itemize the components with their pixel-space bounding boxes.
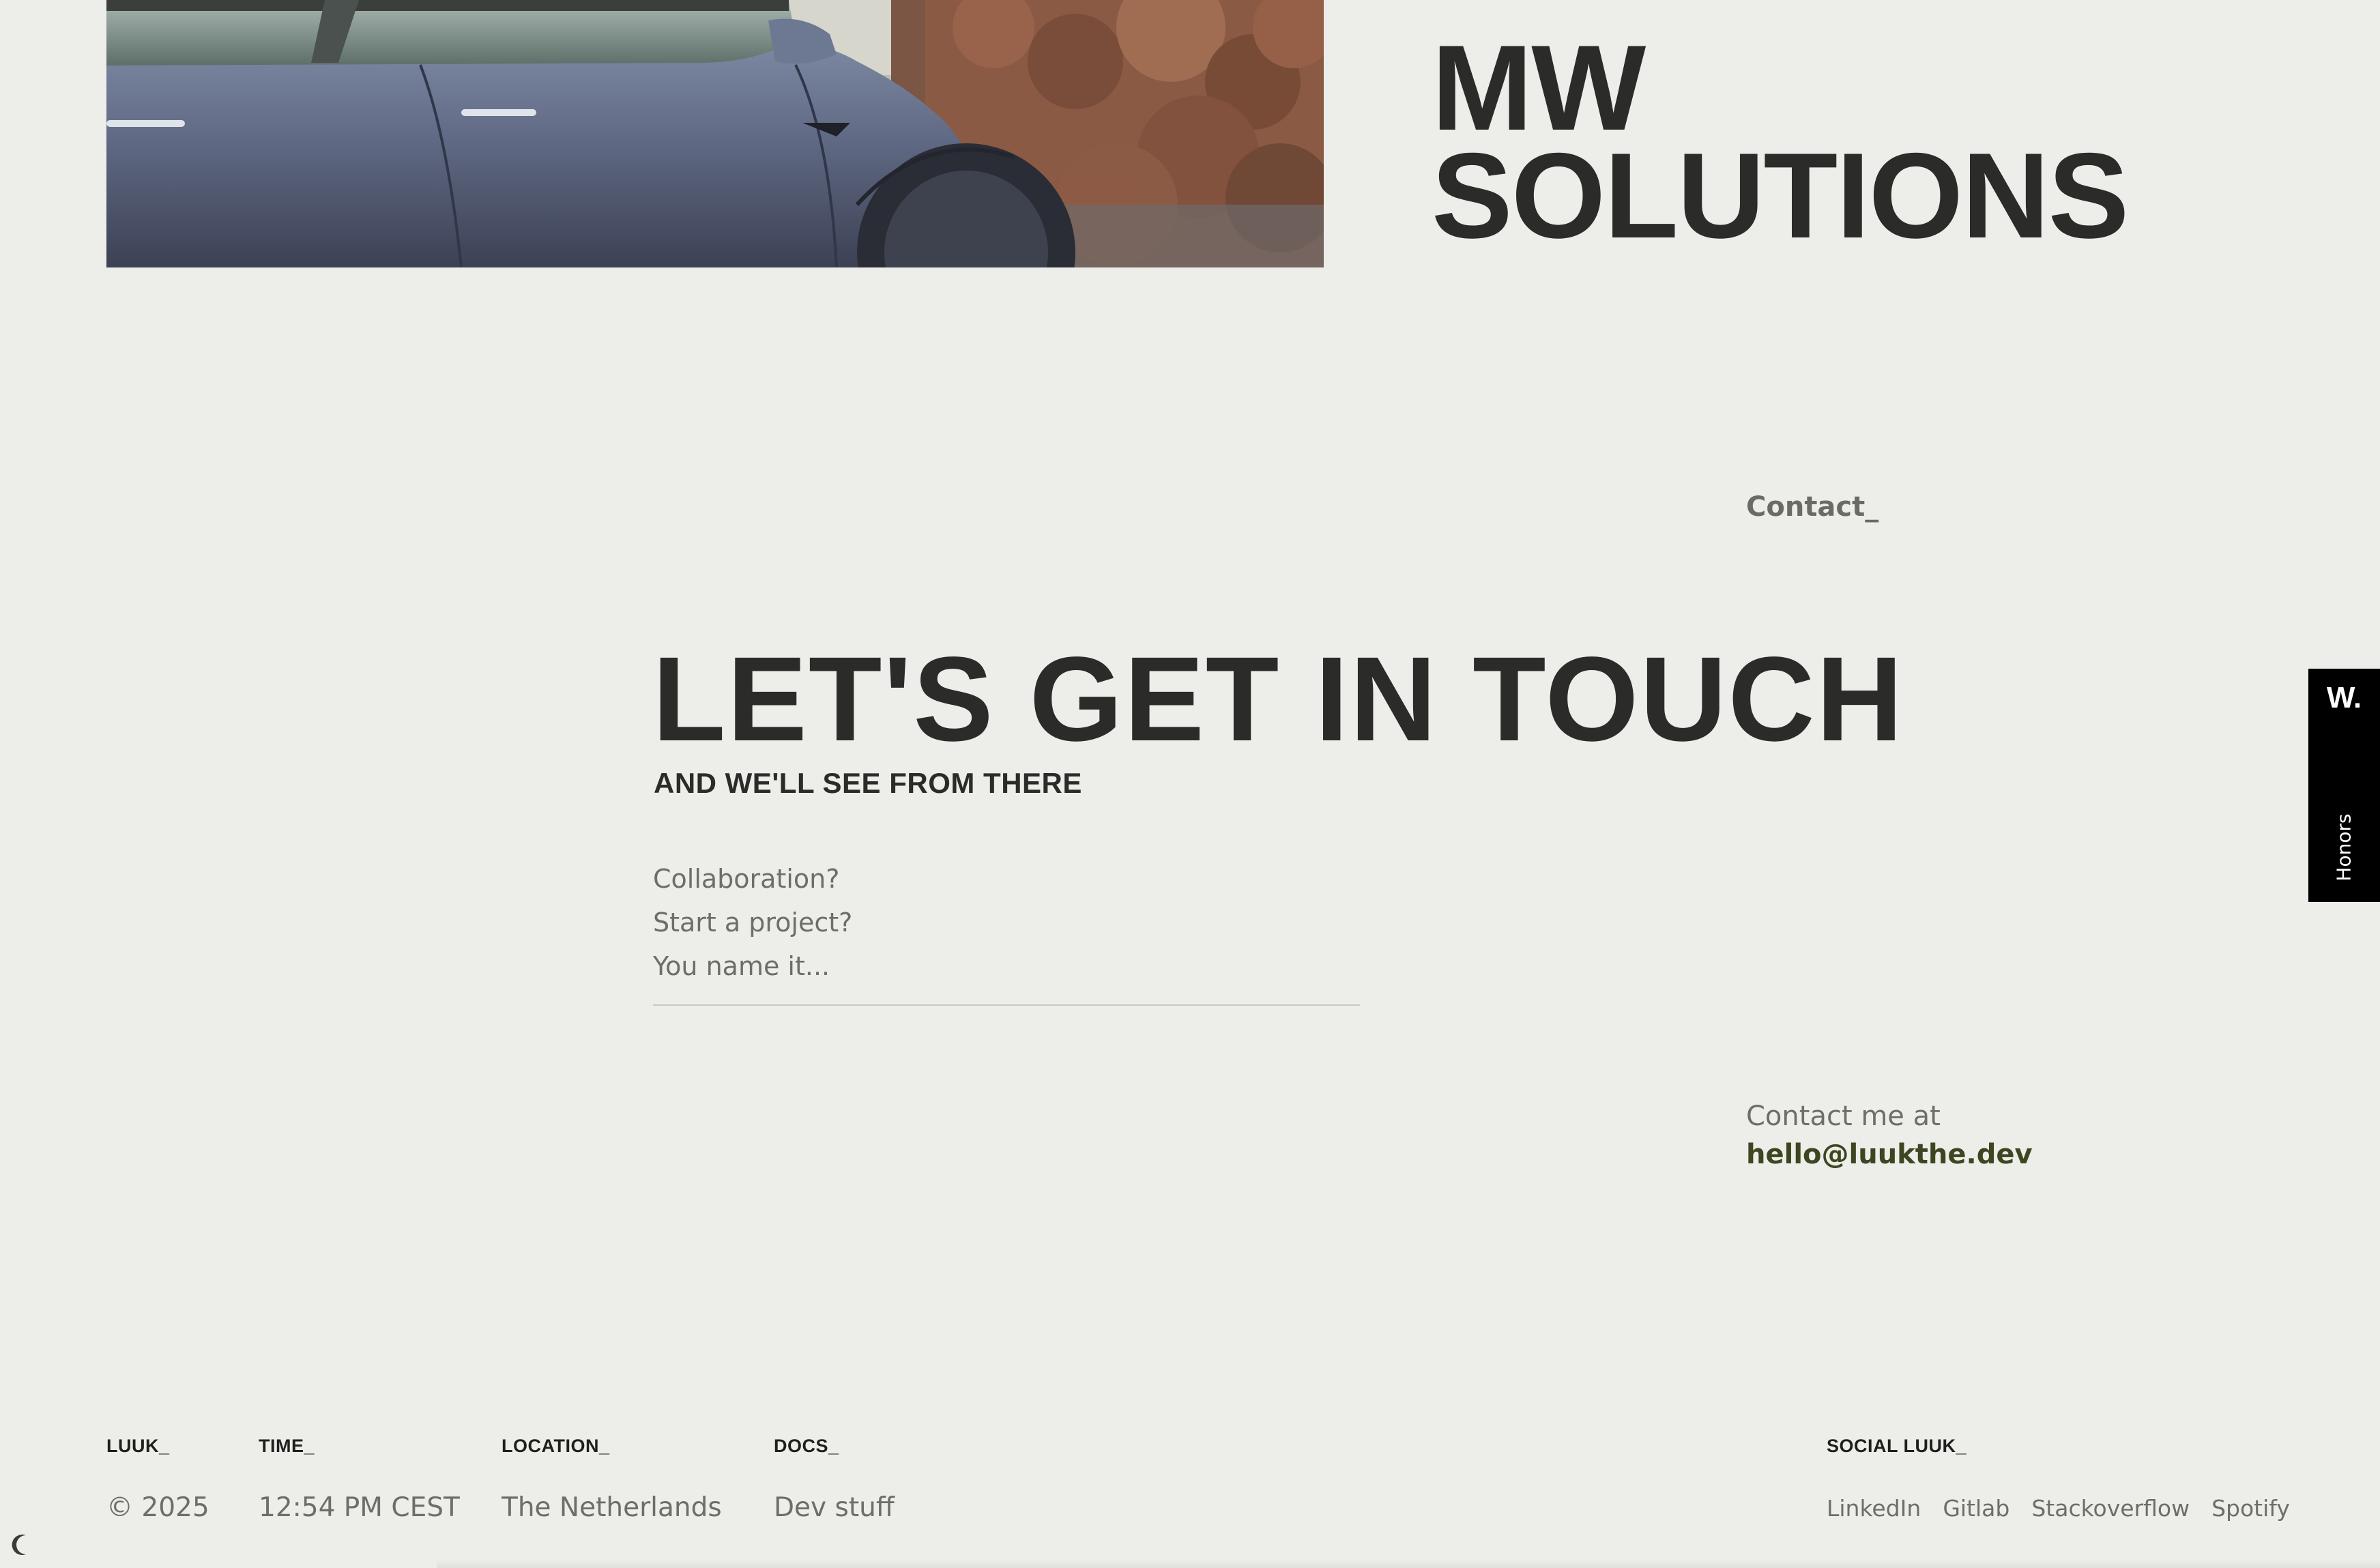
prompt-line: Collaboration?: [653, 864, 840, 894]
social-link-stackoverflow[interactable]: Stackoverflow: [2031, 1495, 2190, 1522]
social-link-linkedin[interactable]: LinkedIn: [1827, 1495, 1921, 1522]
contact-subheadline: AND WE'LL SEE FROM THERE: [654, 767, 1082, 799]
footer-docs-link[interactable]: Dev stuff: [774, 1492, 895, 1523]
contact-info: Contact me at hello@luukthe.dev: [1746, 1097, 2033, 1174]
prompt-line: You name it...: [653, 951, 830, 981]
footer-time: 12:54 PM CEST: [259, 1492, 460, 1523]
footer-location: The Netherlands: [502, 1492, 722, 1523]
contact-intro-text: Contact me at: [1746, 1101, 1941, 1132]
hero-car-photo: [106, 0, 1324, 267]
brand-title: MW SOLUTIONS: [1432, 20, 2129, 263]
bottom-edge-shadow: [437, 1560, 2380, 1568]
footer-col-luuk: LUUK_ © 2025: [106, 1436, 209, 1523]
footer-col-docs: DOCS_ Dev stuff: [774, 1436, 895, 1523]
honors-side-tab[interactable]: W. Honors: [2308, 669, 2380, 902]
contact-message-field[interactable]: Collaboration? Start a project? You name…: [653, 857, 1360, 988]
footer-label: LUUK_: [106, 1436, 170, 1456]
footer-label: SOCIAL LUUK_: [1827, 1436, 1967, 1456]
nav-contact-link[interactable]: Contact_: [1746, 491, 1878, 523]
prompt-line: Start a project?: [653, 908, 853, 938]
social-links: LinkedIn Gitlab Stackoverflow Spotify: [1827, 1495, 2290, 1522]
footer-col-social: SOCIAL LUUK_ LinkedIn Gitlab Stackoverfl…: [1827, 1436, 2290, 1522]
brand-line-2: SOLUTIONS: [1432, 128, 2129, 263]
footer-col-time: TIME_ 12:54 PM CEST: [259, 1436, 460, 1523]
honors-label: Honors: [2332, 813, 2355, 882]
social-link-spotify[interactable]: Spotify: [2211, 1495, 2290, 1522]
contact-headline: LET'S GET IN TOUCH: [652, 633, 1904, 766]
email-link[interactable]: hello@luukthe.dev: [1746, 1135, 2033, 1174]
message-field-underline: [653, 1004, 1360, 1006]
moon-icon[interactable]: [8, 1533, 33, 1557]
footer-copyright: © 2025: [106, 1492, 209, 1523]
social-link-gitlab[interactable]: Gitlab: [1943, 1495, 2009, 1522]
footer-label: LOCATION_: [502, 1436, 610, 1456]
brand-line-1: MW: [1432, 20, 1646, 156]
footer-label: TIME_: [259, 1436, 315, 1456]
footer-label: DOCS_: [774, 1436, 839, 1456]
footer-col-location: LOCATION_ The Netherlands: [502, 1436, 722, 1523]
awwwards-logo: W.: [2326, 681, 2362, 714]
